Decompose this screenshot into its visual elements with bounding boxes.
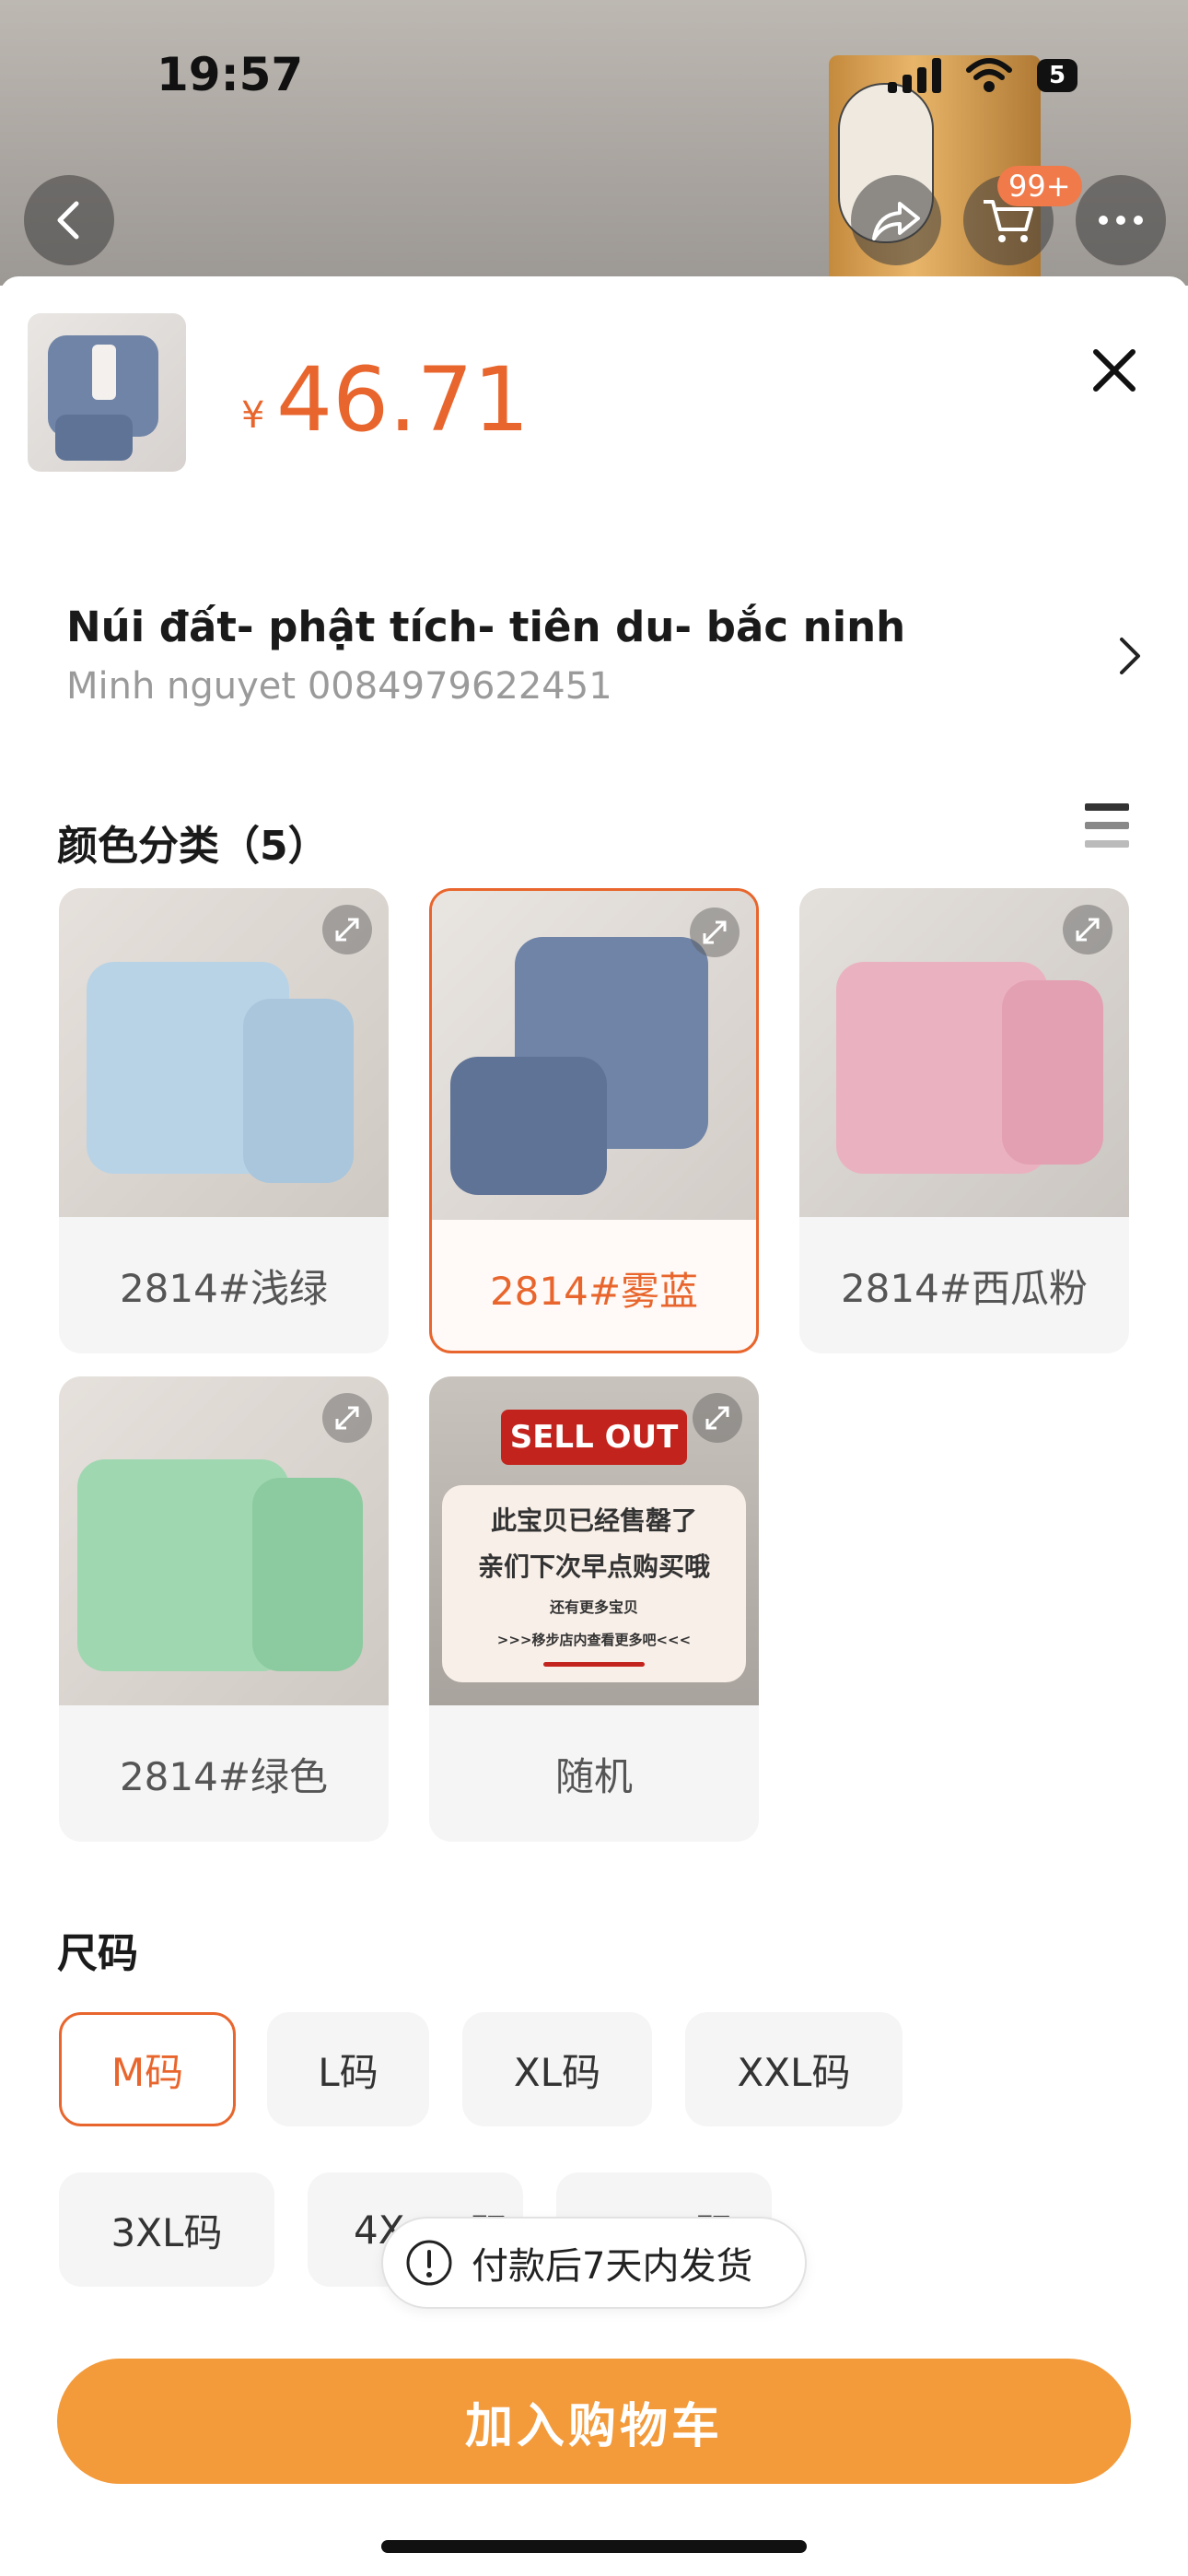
wifi-icon — [966, 58, 1012, 92]
close-icon[interactable] — [1087, 343, 1142, 398]
color-option-label: 2814#雾蓝 — [489, 1268, 699, 1314]
sold-out-underline — [543, 1662, 645, 1667]
address-contact[interactable]: Minh nguyet 0084979622451 — [66, 665, 612, 708]
shipping-toast: 付款后7天内发货 — [381, 2217, 807, 2309]
color-option-label: 2814#浅绿 — [119, 1265, 329, 1311]
color-option-label: 2814#西瓜粉 — [840, 1265, 1089, 1311]
add-to-cart-button[interactable]: 加入购物车 — [57, 2359, 1131, 2484]
home-indicator — [381, 2540, 807, 2553]
color-option-card-selected[interactable]: 2814#雾蓝 — [429, 888, 759, 1353]
size-option-3xl[interactable]: 3XL码 — [59, 2172, 274, 2287]
sold-out-line-2: 亲们下次早点购买哦 — [477, 1551, 710, 1582]
expand-icon[interactable] — [690, 907, 740, 957]
share-button[interactable] — [851, 175, 941, 265]
chevron-right-icon[interactable] — [1116, 636, 1144, 676]
product-thumbnail[interactable] — [28, 313, 186, 472]
expand-icon[interactable] — [322, 905, 372, 954]
sold-out-line-1: 此宝贝已经售罄了 — [490, 1505, 697, 1536]
sold-out-line-3: 还有更多宝贝 — [549, 1598, 638, 1616]
price-currency: ¥ — [241, 394, 265, 437]
chevron-left-icon — [57, 201, 79, 240]
expand-icon[interactable] — [1063, 905, 1112, 954]
color-option-card[interactable]: 2814#绿色 — [59, 1376, 389, 1842]
battery-icon: 5 — [1037, 59, 1077, 92]
size-option-m[interactable]: M码 — [59, 2012, 236, 2126]
cart-count-badge: 99+ — [997, 166, 1082, 206]
more-icon — [1099, 216, 1143, 225]
size-section-title: 尺码 — [57, 1930, 138, 1977]
color-option-card[interactable]: SELL OUT 此宝贝已经售罄了 亲们下次早点购买哦 还有更多宝贝 >>>移步… — [429, 1376, 759, 1842]
back-button[interactable] — [24, 175, 114, 265]
status-icons: 5 — [888, 57, 1077, 94]
more-button[interactable] — [1076, 175, 1166, 265]
price-value: 46.71 — [276, 348, 530, 451]
shipping-toast-text: 付款后7天内发货 — [472, 2245, 753, 2288]
status-time: 19:57 — [157, 48, 304, 101]
share-icon — [872, 202, 920, 240]
size-option-xl[interactable]: XL码 — [462, 2012, 652, 2126]
sold-out-notice: 此宝贝已经售罄了 亲们下次早点购买哦 还有更多宝贝 >>>移步店内查看更多吧<<… — [442, 1485, 746, 1682]
color-option-label: 2814#绿色 — [119, 1753, 329, 1799]
sold-out-banner: SELL OUT — [501, 1410, 687, 1465]
expand-icon[interactable] — [693, 1393, 742, 1443]
color-option-label: 随机 — [554, 1753, 633, 1799]
expand-icon[interactable] — [322, 1393, 372, 1443]
color-option-card[interactable]: 2814#浅绿 — [59, 888, 389, 1353]
sold-out-line-4: >>>移步店内查看更多吧<<< — [496, 1632, 692, 1648]
color-option-card[interactable]: 2814#西瓜粉 — [799, 888, 1129, 1353]
color-section-title: 颜色分类（5） — [57, 823, 329, 870]
size-option-xxl[interactable]: XXL码 — [685, 2012, 903, 2126]
signal-icon — [888, 58, 941, 93]
list-view-icon[interactable] — [1083, 802, 1131, 849]
address-title[interactable]: Núi đất- phật tích- tiên du- bắc ninh — [66, 603, 905, 651]
info-icon — [406, 2240, 452, 2286]
size-option-l[interactable]: L码 — [267, 2012, 429, 2126]
